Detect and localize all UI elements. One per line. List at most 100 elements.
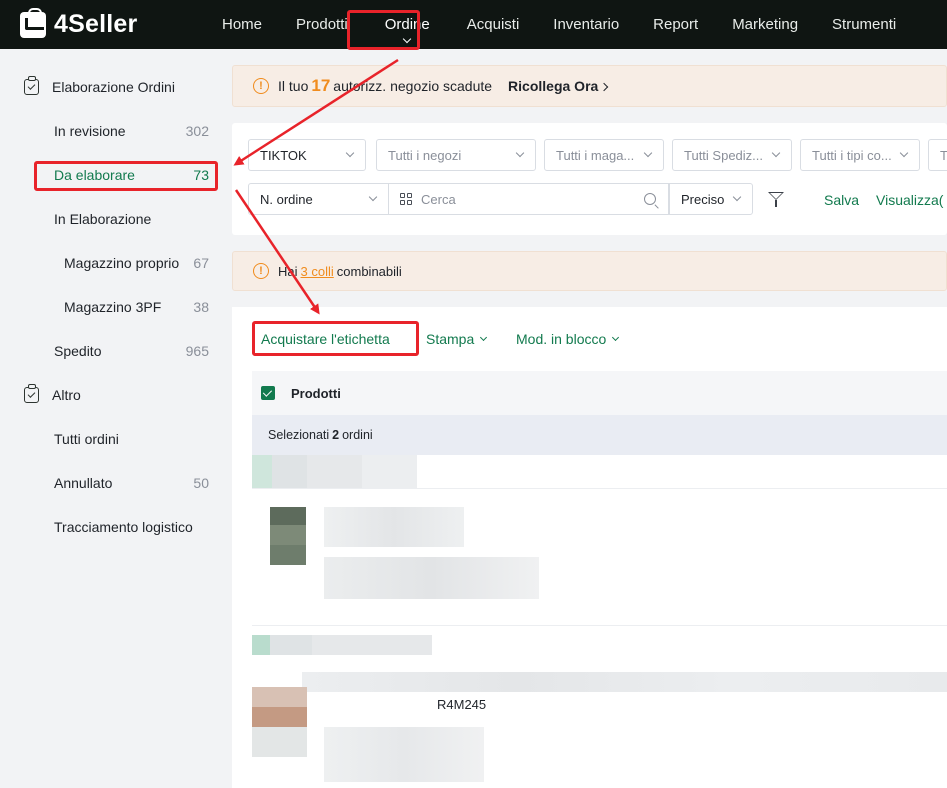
sidebar-item-count: 67 — [193, 255, 209, 271]
banner-text-post: autorizz. negozio scadute — [333, 78, 493, 94]
sidebar-item-annullato[interactable]: Annullato 50 — [0, 461, 232, 505]
filter-icon-stem — [775, 200, 777, 207]
platform-value: TIKTOK — [260, 147, 307, 163]
orders-panel: Acquistare l'etichetta Stampa Mod. in bl… — [232, 307, 947, 788]
nav-inventario[interactable]: Inventario — [536, 0, 636, 49]
sidebar-item-count: 38 — [193, 299, 209, 315]
chevron-right-icon — [600, 82, 609, 92]
sidebar-item-count: 302 — [185, 123, 209, 139]
print-dropdown[interactable]: Stampa — [426, 331, 488, 347]
sidebar-item-label: In Elaborazione — [54, 211, 152, 227]
combinable-banner: ! Hai 3 colli combinabili — [232, 251, 947, 291]
bulk-edit-dropdown[interactable]: Mod. in blocco — [516, 331, 620, 347]
extra-placeholder: T — [940, 147, 947, 163]
sidebar-item-in-elaborazione[interactable]: In Elaborazione — [0, 197, 232, 241]
platform-select[interactable]: TIKTOK — [248, 139, 366, 171]
nav-strumenti[interactable]: Strumenti — [815, 0, 913, 49]
sidebar-item-tracciamento[interactable]: Tracciamento logistico — [0, 505, 232, 549]
filter-panel: TIKTOK Tutti i negozi Tutti i maga... Tu… — [232, 123, 947, 235]
chevron-down-icon — [515, 148, 525, 158]
nav-marketing[interactable]: Marketing — [715, 0, 815, 49]
sidebar-item-magazzino-3pf[interactable]: Magazzino 3PF 38 — [0, 285, 232, 329]
shops-placeholder: Tutti i negozi — [388, 147, 462, 163]
combine-text-post: combinabili — [336, 263, 402, 279]
search-placeholder: Cerca — [421, 191, 456, 207]
nav-report[interactable]: Report — [636, 0, 715, 49]
clipboard-icon — [24, 384, 39, 403]
chevron-down-icon — [480, 333, 488, 342]
sidebar-item-label: Annullato — [54, 475, 113, 491]
save-button[interactable]: Salva — [824, 192, 859, 208]
sidebar-item-in-revisione[interactable]: In revisione 302 — [0, 109, 232, 153]
types-placeholder: Tutti i tipi co... — [812, 147, 892, 163]
chevron-down-icon — [643, 148, 653, 158]
order-row-1-sku-blurred — [324, 557, 539, 599]
sidebar-item-magazzino-proprio[interactable]: Magazzino proprio 67 — [0, 241, 232, 285]
sidebar-group-label: Altro — [52, 387, 81, 403]
sidebar-item-count: 50 — [193, 475, 209, 491]
grid-icon — [400, 193, 412, 205]
search-icon — [644, 193, 656, 205]
sidebar-item-label: Magazzino 3PF — [64, 299, 162, 315]
auth-expired-banner: ! Il tuo 17 autorizz. negozio scadute Ri… — [232, 65, 947, 107]
combinable-link[interactable]: 3 colli — [301, 264, 334, 279]
order-row-1-image-blurred[interactable] — [270, 507, 306, 565]
chevron-down-icon — [368, 192, 378, 202]
sidebar-group-label: Elaborazione Ordini — [52, 79, 175, 95]
order-row-1-header-blurred — [252, 455, 417, 488]
header-products: Prodotti — [291, 385, 341, 401]
sidebar: Elaborazione Ordini In revisione 302 Da … — [0, 49, 232, 788]
chevron-down-icon — [345, 148, 355, 158]
nav-acquisti[interactable]: Acquisti — [450, 0, 537, 49]
chevron-down-icon — [899, 148, 909, 158]
shops-select[interactable]: Tutti i negozi — [376, 139, 536, 171]
match-mode-select[interactable]: Preciso — [669, 183, 753, 215]
sidebar-item-spedito[interactable]: Spedito 965 — [0, 329, 232, 373]
order-row-2-title-blurred — [302, 672, 947, 692]
select-all-checkbox[interactable] — [261, 386, 275, 400]
order-row-1-text-blurred — [324, 507, 464, 547]
combine-text-pre: Hai — [278, 263, 298, 279]
selection-summary: Selezionati 2 ordini — [252, 415, 947, 455]
clipboard-icon — [24, 76, 39, 95]
warning-icon: ! — [253, 78, 269, 94]
search-input[interactable]: Cerca — [389, 183, 669, 215]
warehouses-select[interactable]: Tutti i maga... — [544, 139, 664, 171]
warning-icon: ! — [253, 263, 269, 279]
chevron-down-icon — [771, 148, 781, 158]
chevron-down-icon — [612, 333, 620, 342]
app-logo[interactable]: 4Seller — [20, 7, 205, 39]
highlight-da-elaborare — [34, 161, 218, 191]
bulk-edit-label: Mod. in blocco — [516, 331, 607, 347]
shipping-select[interactable]: Tutti Spediz... — [672, 139, 792, 171]
search-field-select[interactable]: N. ordine — [248, 183, 389, 215]
row-divider — [252, 488, 947, 489]
sidebar-item-label: Spedito — [54, 343, 102, 359]
sidebar-item-label: In revisione — [54, 123, 126, 139]
types-select[interactable]: Tutti i tipi co... — [800, 139, 920, 171]
selected-post: ordini — [342, 428, 373, 442]
sidebar-item-tutti-ordini[interactable]: Tutti ordini — [0, 417, 232, 461]
print-label: Stampa — [426, 331, 475, 347]
order-row-2-image-blurred[interactable] — [252, 687, 307, 757]
order-row-2-text-blurred — [324, 727, 484, 782]
warehouses-placeholder: Tutti i maga... — [556, 147, 635, 163]
sidebar-item-label: Tutti ordini — [54, 431, 119, 447]
view-button[interactable]: Visualizza( — [876, 192, 943, 208]
selected-pre: Selezionati — [268, 428, 330, 442]
top-navbar: 4Seller Home Prodotti Ordine Acquisti In… — [0, 0, 947, 49]
logo-text: 4Seller — [54, 10, 138, 38]
extra-select[interactable]: T — [928, 139, 947, 171]
chevron-down-icon — [732, 192, 742, 202]
match-mode-value: Preciso — [681, 191, 725, 207]
row-divider — [252, 625, 947, 626]
sidebar-item-label: Magazzino proprio — [64, 255, 180, 271]
sidebar-group-altro[interactable]: Altro — [0, 373, 232, 417]
reconnect-link[interactable]: Ricollega Ora — [508, 78, 609, 94]
shipping-placeholder: Tutti Spediz... — [684, 147, 763, 163]
shopping-bag-icon — [20, 7, 46, 38]
sidebar-group-elaborazione[interactable]: Elaborazione Ordini — [0, 65, 232, 109]
expired-count: 17 — [311, 76, 331, 95]
main-nav: Home Prodotti Ordine Acquisti Inventario… — [205, 0, 913, 49]
nav-home[interactable]: Home — [205, 0, 279, 49]
